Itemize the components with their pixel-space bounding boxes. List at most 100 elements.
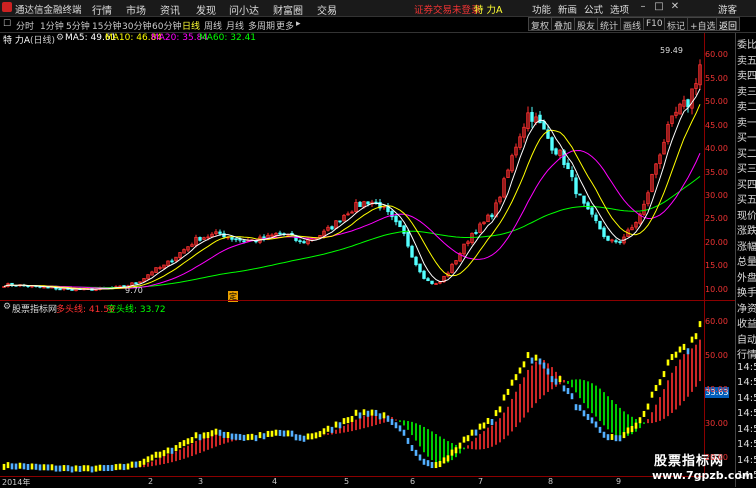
add-watchlist-button[interactable]: +自选	[687, 17, 719, 32]
indicator-dot	[418, 454, 422, 461]
indicator-dot	[322, 428, 326, 435]
f10-button[interactable]: F10	[643, 17, 666, 31]
period-daily[interactable]: 日线	[182, 19, 200, 32]
low-label: 9.70	[125, 286, 143, 295]
candle-body	[170, 260, 174, 263]
side-panel-row: 卖三	[737, 86, 756, 98]
indicator-dot	[658, 379, 662, 386]
indicator-dot	[654, 384, 658, 391]
indicator-dot	[278, 429, 282, 436]
menu-ask[interactable]: 问小达	[229, 2, 259, 17]
menu-market[interactable]: 市场	[126, 2, 146, 17]
login-notice[interactable]: 证券交易未登录	[414, 2, 481, 16]
side-panel-row: 净资	[737, 303, 756, 315]
period-1min[interactable]: 1分钟	[40, 19, 64, 32]
indicator-dot	[202, 432, 206, 439]
more-arrow-icon[interactable]: ▸	[296, 19, 301, 29]
indicator-dot	[78, 465, 82, 472]
indicator-dot	[698, 321, 702, 328]
indicator-dot	[594, 421, 598, 428]
side-panel-row: 卖一	[737, 117, 756, 129]
indicator-dot	[242, 434, 246, 441]
indicator-dot	[66, 465, 70, 472]
indicator-y-tick: 60.00	[705, 317, 728, 327]
stats-button[interactable]: 统计	[597, 17, 622, 32]
indicator-dot	[490, 419, 494, 426]
indicator-dot	[398, 425, 402, 432]
menu-trade[interactable]: 交易	[317, 2, 337, 17]
side-panel-row: 涨跌	[737, 226, 756, 237]
side-panel-row: 买三	[737, 164, 756, 175]
kline-y-tick: 60.00	[705, 50, 728, 60]
stock-friends-button[interactable]: 股友	[574, 17, 599, 32]
period-15min[interactable]: 15分钟	[92, 19, 121, 32]
restore-icon[interactable]: □	[652, 1, 666, 14]
indicator-dot	[386, 415, 390, 422]
period-more[interactable]: 更多	[276, 19, 294, 32]
guest-label[interactable]: 游客	[718, 2, 737, 16]
indicator-dot	[586, 413, 590, 420]
gear-icon[interactable]: ⚙	[56, 33, 64, 43]
period-tick[interactable]: 分时	[16, 19, 34, 32]
candle-body	[242, 240, 246, 243]
indicator-dot	[214, 428, 218, 435]
indicator-dot	[290, 430, 294, 437]
indicator-dot	[606, 434, 610, 441]
indicator-dot	[62, 465, 66, 472]
side-panel-row: 行情	[737, 350, 756, 361]
side-panel-row: 涨幅	[737, 241, 756, 253]
menu-new-draw[interactable]: 新画	[558, 2, 577, 16]
menu-discover[interactable]: 发现	[196, 2, 216, 17]
indicator-dot	[562, 385, 566, 392]
indicator-dot	[158, 451, 162, 458]
adjust-button[interactable]: 复权	[528, 17, 553, 32]
indicator-dot	[226, 432, 230, 439]
title-bar: 通达信金融终端 行情 市场 资讯 发现 问小达 财富圈 交易 证券交易未登录 特…	[0, 0, 756, 17]
checkbox-icon[interactable]: ☐	[3, 19, 11, 29]
indicator-dot	[162, 450, 166, 457]
side-panel-row: 委比	[737, 40, 756, 51]
period-multi[interactable]: 多周期	[248, 19, 275, 32]
period-30min[interactable]: 30分钟	[122, 19, 151, 32]
kline-y-tick: 45.00	[705, 120, 728, 130]
close-icon[interactable]: ✕	[668, 1, 682, 14]
menu-options[interactable]: 选项	[610, 2, 629, 16]
indicator-chart[interactable]	[0, 312, 704, 475]
menu-formula[interactable]: 公式	[584, 2, 603, 16]
overlay-button[interactable]: 叠加	[551, 17, 576, 32]
indicator-dot	[70, 466, 74, 473]
x-label-2: 2	[148, 477, 154, 486]
menu-wealth[interactable]: 财富圈	[273, 2, 303, 17]
indicator-dot	[182, 440, 186, 447]
indicator-dot	[378, 413, 382, 420]
candle-body	[602, 227, 606, 237]
period-5min[interactable]: 5分钟	[66, 19, 90, 32]
indicator-dot	[506, 388, 510, 395]
menu-news[interactable]: 资讯	[160, 2, 180, 17]
menu-quotes[interactable]: 行情	[92, 2, 112, 17]
indicator-dot	[462, 436, 466, 443]
candle-body	[394, 215, 398, 223]
candle-body	[358, 201, 362, 207]
back-button[interactable]: 返回	[716, 17, 741, 32]
indicator-dot	[10, 463, 14, 470]
quote-side-panel[interactable]: 委比 卖五 卖四 卖三 卖二 卖一 买一 买二 买三 买四 买五 现价 涨跌 涨幅 总量 外盘 换手 净资 收益 自动…	[735, 33, 756, 487]
indicator-settings-icon[interactable]: ⚙	[3, 302, 11, 312]
candle-body	[426, 278, 430, 282]
indicator-dot	[538, 358, 542, 365]
minimize-icon[interactable]: –	[636, 1, 650, 14]
period-weekly[interactable]: 周线	[204, 19, 222, 32]
indicator-y-tick: 30.00	[705, 419, 728, 429]
indicator-dot	[346, 417, 350, 424]
draw-line-button[interactable]: 画线	[620, 17, 645, 32]
pane-divider[interactable]	[0, 300, 735, 301]
kline-chart[interactable]	[0, 46, 704, 299]
mark-button[interactable]: 标记	[664, 17, 689, 32]
period-60min[interactable]: 60分钟	[152, 19, 181, 32]
menu-function[interactable]: 功能	[532, 2, 551, 16]
indicator-dot	[34, 463, 38, 470]
period-monthly[interactable]: 月线	[226, 19, 244, 32]
x-label-7: 7	[478, 477, 484, 486]
side-panel-row: 卖五	[737, 55, 756, 67]
indicator-dot	[86, 465, 90, 472]
